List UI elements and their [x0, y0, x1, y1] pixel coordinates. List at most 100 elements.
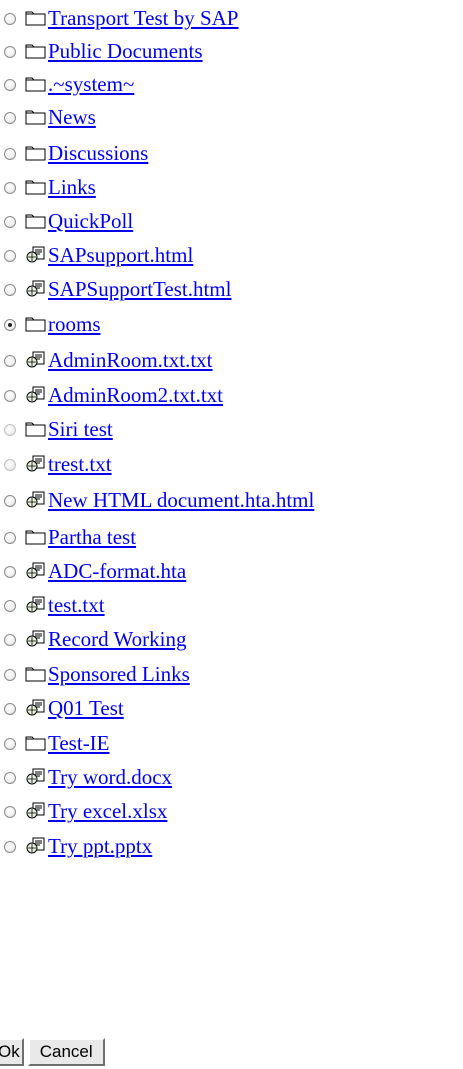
item-radio[interactable] [4, 600, 16, 612]
document-icon [25, 455, 47, 473]
list-item: AdminRoom.txt.txt [0, 344, 213, 376]
list-item: ADC-format.hta [0, 555, 186, 587]
item-radio[interactable] [4, 319, 16, 331]
folder-icon [25, 75, 47, 93]
item-link[interactable]: AdminRoom.txt.txt [48, 348, 213, 372]
list-item: Discussions [0, 137, 148, 169]
folder-icon [25, 178, 47, 196]
item-link[interactable]: QuickPoll [48, 209, 133, 233]
item-link[interactable]: rooms [48, 312, 101, 336]
item-radio[interactable] [4, 841, 16, 853]
item-link[interactable]: test.txt [48, 593, 105, 617]
item-radio[interactable] [4, 459, 16, 471]
list-item: Public Documents [0, 35, 203, 67]
list-item: AdminRoom2.txt.txt [0, 379, 223, 411]
item-link[interactable]: trest.txt [48, 452, 112, 476]
item-link[interactable]: Try word.docx [48, 765, 172, 789]
folder-icon [25, 42, 47, 60]
item-link[interactable]: Q01 Test [48, 696, 124, 720]
list-item: SAPsupport.html [0, 239, 193, 271]
document-icon [25, 837, 47, 855]
list-item: Try word.docx [0, 761, 172, 793]
item-link[interactable]: SAPsupport.html [48, 243, 193, 267]
item-link[interactable]: .~system~ [48, 72, 134, 96]
item-link[interactable]: Siri test [48, 417, 113, 441]
item-radio[interactable] [4, 46, 16, 58]
item-link[interactable]: Test-IE [48, 731, 110, 755]
list-item: Try excel.xlsx [0, 795, 167, 827]
list-item: Test-IE [0, 727, 110, 759]
item-link[interactable]: Try excel.xlsx [48, 799, 167, 823]
document-icon [25, 699, 47, 717]
list-item: trest.txt [0, 448, 112, 480]
list-item: .~system~ [0, 68, 134, 100]
folder-icon [25, 315, 47, 333]
item-link[interactable]: News [48, 105, 96, 129]
folder-icon [25, 144, 47, 162]
ok-button[interactable]: Ok [0, 1038, 24, 1066]
folder-icon [25, 9, 47, 27]
document-icon [25, 596, 47, 614]
item-radio[interactable] [4, 284, 16, 296]
item-radio[interactable] [4, 669, 16, 681]
document-icon [25, 802, 47, 820]
item-link[interactable]: Public Documents [48, 39, 203, 63]
item-link[interactable]: Discussions [48, 141, 148, 165]
item-link[interactable]: SAPSupportTest.html [48, 277, 231, 301]
document-icon [25, 562, 47, 580]
item-radio[interactable] [4, 112, 16, 124]
item-link[interactable]: New HTML document.hta.html [48, 488, 314, 512]
list-item: SAPSupportTest.html [0, 273, 231, 305]
item-link[interactable]: Sponsored Links [48, 662, 190, 686]
item-radio[interactable] [4, 566, 16, 578]
list-item: Q01 Test [0, 692, 124, 724]
item-radio[interactable] [4, 424, 16, 436]
list-item: Siri test [0, 413, 113, 445]
folder-icon [25, 528, 47, 546]
document-icon [25, 280, 47, 298]
list-item: Links [0, 171, 96, 203]
item-radio[interactable] [4, 738, 16, 750]
item-radio[interactable] [4, 532, 16, 544]
folder-icon [25, 212, 47, 230]
folder-icon [25, 420, 47, 438]
item-link[interactable]: ADC-format.hta [48, 559, 186, 583]
list-item: New HTML document.hta.html [0, 484, 314, 516]
item-radio[interactable] [4, 182, 16, 194]
item-radio[interactable] [4, 148, 16, 160]
list-item: QuickPoll [0, 205, 133, 237]
item-link[interactable]: Links [48, 175, 96, 199]
item-radio[interactable] [4, 79, 16, 91]
document-icon [25, 630, 47, 648]
document-icon [25, 246, 47, 264]
list-item: test.txt [0, 589, 105, 621]
item-radio[interactable] [4, 634, 16, 646]
item-link[interactable]: Try ppt.pptx [48, 834, 152, 858]
folder-icon [25, 734, 47, 752]
document-icon [25, 491, 47, 509]
item-link[interactable]: AdminRoom2.txt.txt [48, 383, 223, 407]
list-item: Sponsored Links [0, 658, 190, 690]
item-link[interactable]: Transport Test by SAP [48, 6, 239, 30]
document-icon [25, 768, 47, 786]
item-radio[interactable] [4, 772, 16, 784]
list-item: Record Working [0, 623, 186, 655]
list-item: Try ppt.pptx [0, 830, 152, 862]
item-radio[interactable] [4, 806, 16, 818]
item-radio[interactable] [4, 250, 16, 262]
item-link[interactable]: Record Working [48, 627, 186, 651]
list-item: Partha test [0, 521, 136, 553]
item-radio[interactable] [4, 703, 16, 715]
item-radio[interactable] [4, 216, 16, 228]
cancel-button[interactable]: Cancel [27, 1038, 105, 1066]
item-radio[interactable] [4, 13, 16, 25]
folder-icon [25, 108, 47, 126]
item-link[interactable]: Partha test [48, 525, 136, 549]
folder-icon [25, 665, 47, 683]
button-bar: Ok Cancel [0, 1038, 105, 1066]
document-icon [25, 386, 47, 404]
list-item: rooms [0, 308, 101, 340]
item-radio[interactable] [4, 390, 16, 402]
item-radio[interactable] [4, 355, 16, 367]
item-radio[interactable] [4, 495, 16, 507]
